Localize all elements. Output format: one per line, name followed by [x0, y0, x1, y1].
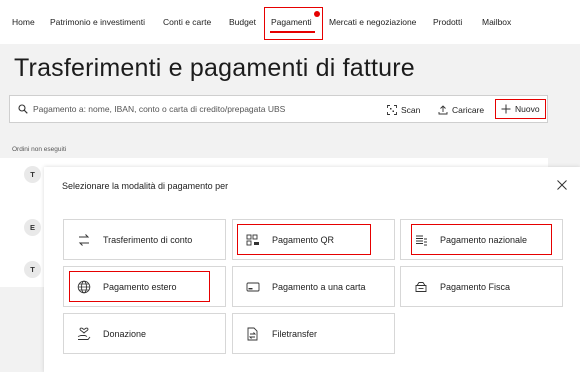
option-label: Pagamento Fisca — [440, 282, 511, 292]
close-icon[interactable] — [556, 179, 568, 191]
top-navigation: Home Patrimonio e investimenti Conti e c… — [0, 0, 580, 44]
wallet-icon — [415, 282, 427, 292]
option-label: Donazione — [103, 329, 147, 339]
option-trasferimento-di-conto[interactable]: Trasferimento di conto — [63, 219, 226, 260]
scan-label: Scan — [401, 104, 421, 115]
transfer-icon — [78, 234, 90, 246]
nav-item-conti-carte[interactable]: Conti e carte — [163, 17, 211, 27]
nav-item-mercati[interactable]: Mercati e negoziazione — [329, 17, 416, 27]
order-avatar: E — [24, 219, 41, 236]
highlight-box-pagamento-nazionale — [411, 224, 552, 255]
file-transfer-icon — [247, 327, 258, 341]
nav-item-patrimonio[interactable]: Patrimonio e investimenti — [50, 17, 145, 27]
nav-item-budget[interactable]: Budget — [229, 17, 256, 27]
option-label: Filetransfer — [272, 329, 318, 339]
page-title: Trasferimenti e pagamenti di fatture — [14, 54, 415, 82]
highlight-box-pagamento-qr — [237, 224, 371, 255]
payment-search-bar[interactable]: Pagamento a: nome, IBAN, conto o carta d… — [9, 95, 548, 123]
search-icon — [18, 104, 28, 114]
scan-button[interactable]: Scan — [387, 101, 420, 118]
option-label: Pagamento a una carta — [272, 282, 366, 292]
order-avatar: T — [24, 166, 41, 183]
plus-icon — [501, 104, 511, 114]
scan-icon — [387, 104, 397, 115]
pending-orders-label: Ordini non eseguiti — [12, 146, 67, 153]
upload-button[interactable]: Caricare — [438, 101, 484, 118]
card-icon — [246, 282, 260, 292]
order-avatar: T — [24, 261, 41, 278]
option-pagamento-fisca[interactable]: Pagamento Fisca — [400, 266, 563, 307]
upload-icon — [438, 104, 448, 114]
nav-item-home[interactable]: Home — [12, 17, 35, 27]
payment-type-dialog: Selezionare la modalità di pagamento per… — [44, 167, 580, 372]
option-pagamento-a-una-carta[interactable]: Pagamento a una carta — [232, 266, 395, 307]
highlight-box-pagamento-estero — [69, 271, 210, 302]
new-button[interactable]: Nuovo — [495, 99, 546, 119]
highlight-box-pagamenti — [264, 7, 323, 40]
search-input[interactable]: Pagamento a: nome, IBAN, conto o carta d… — [33, 104, 285, 114]
option-label: Trasferimento di conto — [103, 235, 193, 245]
option-filetransfer[interactable]: Filetransfer — [232, 313, 395, 354]
new-label: Nuovo — [515, 104, 540, 114]
nav-item-mailbox[interactable]: Mailbox — [482, 17, 511, 27]
option-donazione[interactable]: Donazione — [63, 313, 226, 354]
donation-icon — [77, 327, 91, 340]
nav-item-prodotti[interactable]: Prodotti — [433, 17, 462, 27]
upload-label: Caricare — [452, 104, 485, 115]
dialog-title: Selezionare la modalità di pagamento per — [62, 181, 229, 191]
